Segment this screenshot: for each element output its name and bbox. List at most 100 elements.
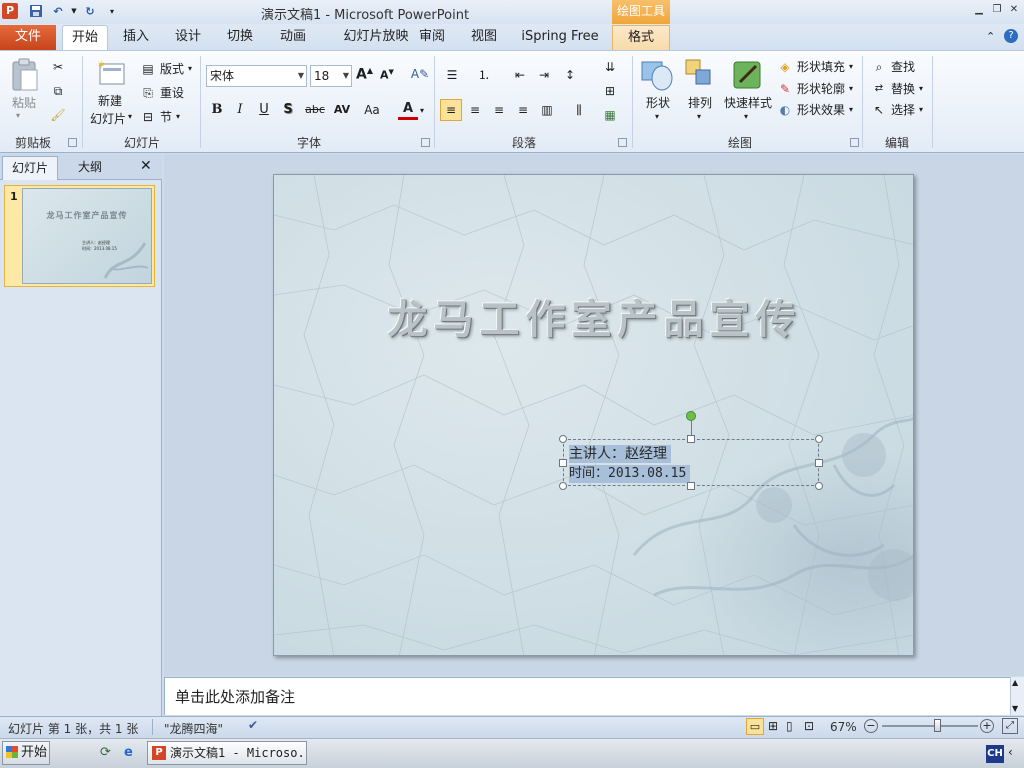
slideshow-view-icon[interactable]: ⊡ [804, 719, 814, 733]
resize-handle-r[interactable] [815, 459, 823, 467]
increase-indent-icon[interactable]: ⇥ [536, 68, 552, 82]
slide-title[interactable]: 龙马工作室产品宣传 [274, 287, 913, 345]
fit-to-window-icon[interactable]: ⤢ [1002, 718, 1018, 734]
tab-format[interactable]: 格式 [612, 25, 670, 50]
shapes-button[interactable]: 形状 [646, 94, 670, 111]
reading-view-icon[interactable]: ▯ [786, 719, 793, 733]
zoom-in-button[interactable]: + [980, 719, 994, 733]
arrange-icon[interactable] [684, 58, 716, 90]
line-spacing-icon[interactable]: ↕ [562, 68, 578, 82]
subtitle-line-speaker[interactable]: 主讲人：赵经理 [569, 445, 671, 463]
underline-button[interactable]: U [254, 100, 274, 120]
tab-slides-pane[interactable]: 幻灯片 [2, 156, 58, 180]
grow-font-button[interactable]: A▲ [356, 66, 373, 83]
new-slide-label[interactable]: 新建 [98, 92, 122, 109]
resize-handle-tr[interactable] [815, 435, 823, 443]
drawing-launcher-icon[interactable] [850, 138, 859, 147]
text-direction-icon[interactable]: ⇊ [602, 60, 618, 74]
italic-button[interactable]: I [230, 100, 250, 120]
bold-button[interactable]: B [207, 100, 227, 120]
normal-view-icon[interactable]: ▭ [746, 718, 764, 735]
font-color-button[interactable]: A [398, 100, 418, 120]
tab-ispring[interactable]: iSpring Free [518, 25, 602, 50]
arrange-dropdown-icon[interactable]: ▾ [697, 112, 701, 121]
quick-styles-icon[interactable] [730, 58, 764, 92]
paste-icon[interactable] [10, 58, 40, 92]
justify-icon[interactable]: ≡ [515, 103, 531, 117]
notes-placeholder[interactable]: 单击此处添加备注 [175, 686, 295, 707]
paste-button[interactable]: 粘贴 [12, 94, 36, 111]
minimize-ribbon-icon[interactable]: ⌃ [986, 30, 995, 43]
tab-home[interactable]: 开始 [62, 25, 108, 50]
select-button[interactable]: ↖ 选择 ▾ [871, 101, 923, 118]
tab-transitions[interactable]: 切换 [222, 25, 258, 50]
shapes-icon[interactable] [640, 58, 674, 92]
quicklaunch-ie-icon[interactable]: e [124, 745, 133, 760]
minimize-icon[interactable]: ▁ [972, 3, 986, 17]
tray-expand-icon[interactable]: ‹ [1008, 745, 1013, 759]
tab-slideshow[interactable]: 幻灯片放映 [328, 25, 424, 50]
smartart-icon[interactable]: ▦ [602, 108, 618, 122]
tab-design[interactable]: 设计 [170, 25, 206, 50]
tab-view[interactable]: 视图 [466, 25, 502, 50]
scroll-up-icon[interactable]: ▲ [1012, 678, 1018, 687]
help-icon[interactable]: ? [1004, 29, 1018, 43]
close-pane-icon[interactable]: ✕ [140, 158, 152, 174]
font-name-select[interactable]: 宋体 ▼ [206, 65, 307, 87]
quick-styles-dropdown-icon[interactable]: ▾ [744, 112, 748, 121]
strikethrough-button[interactable]: abc [302, 100, 328, 120]
shrink-font-button[interactable]: A▼ [380, 68, 394, 82]
shapes-dropdown-icon[interactable]: ▾ [655, 112, 659, 121]
quicklaunch-desktop-icon[interactable]: ⟳ [100, 745, 111, 760]
quick-styles-button[interactable]: 快速样式 [724, 94, 772, 111]
resize-handle-b[interactable] [687, 482, 695, 490]
paste-dropdown-icon[interactable]: ▾ [16, 111, 20, 120]
char-spacing-button[interactable]: AV [330, 100, 354, 120]
font-size-select[interactable]: 18 ▼ [310, 65, 352, 87]
numbering-icon[interactable]: ⒈ [476, 68, 492, 82]
section-button[interactable]: ⊟ 节 ▾ [140, 108, 180, 125]
tab-file[interactable]: 文件 [0, 25, 56, 50]
close-window-icon[interactable]: ✕ [1007, 3, 1021, 17]
scroll-down-icon[interactable]: ▼ [1012, 704, 1018, 713]
resize-handle-bl[interactable] [559, 482, 567, 490]
zoom-percent[interactable]: 67% [830, 720, 857, 734]
shape-outline-button[interactable]: ✎ 形状轮廓 ▾ [777, 80, 853, 97]
font-color-dropdown-icon[interactable]: ▾ [420, 106, 424, 115]
spell-check-icon[interactable]: ✔ [248, 718, 266, 734]
zoom-slider-track[interactable] [882, 725, 978, 727]
new-slide-dropdown-icon[interactable]: ▾ [128, 112, 132, 121]
restore-icon[interactable]: ❐ [990, 3, 1004, 17]
new-slide-button[interactable]: 幻灯片 [90, 110, 126, 127]
format-painter-icon[interactable]: 🖌 [50, 108, 66, 122]
align-center-icon[interactable]: ≡ [467, 103, 483, 117]
shape-effects-button[interactable]: ◐ 形状效果 ▾ [777, 101, 853, 118]
shape-fill-button[interactable]: ◈ 形状填充 ▾ [777, 58, 853, 75]
zoom-out-button[interactable]: − [864, 719, 878, 733]
resize-handle-l[interactable] [559, 459, 567, 467]
cut-icon[interactable]: ✂ [50, 60, 66, 74]
arrange-button[interactable]: 排列 [688, 94, 712, 111]
copy-icon[interactable]: ⧉ [50, 84, 66, 98]
new-slide-icon[interactable]: ✶ [96, 58, 126, 88]
resize-handle-tl[interactable] [559, 435, 567, 443]
align-text-icon[interactable]: ⊞ [602, 84, 618, 98]
columns-icon[interactable]: ⫼ [571, 103, 587, 117]
bullets-icon[interactable]: ☰ [444, 68, 460, 82]
shadow-button[interactable]: S [278, 100, 298, 120]
ime-indicator[interactable]: CH [986, 745, 1004, 763]
clear-format-icon[interactable]: A✎ [410, 64, 430, 84]
resize-handle-br[interactable] [815, 482, 823, 490]
tab-insert[interactable]: 插入 [118, 25, 154, 50]
paragraph-launcher-icon[interactable] [618, 138, 627, 147]
subtitle-line-date[interactable]: 时间：2013.08.15 [569, 465, 691, 483]
font-launcher-icon[interactable] [421, 138, 430, 147]
tab-review[interactable]: 审阅 [414, 25, 450, 50]
align-right-icon[interactable]: ≡ [491, 103, 507, 117]
find-button[interactable]: ⌕ 查找 [871, 58, 915, 75]
resize-handle-t[interactable] [687, 435, 695, 443]
decrease-indent-icon[interactable]: ⇤ [512, 68, 528, 82]
layout-button[interactable]: ▤ 版式 ▾ [140, 60, 192, 77]
taskbar-powerpoint-item[interactable]: 演示文稿1 - Microso... [147, 741, 307, 765]
tab-animations[interactable]: 动画 [275, 25, 311, 50]
